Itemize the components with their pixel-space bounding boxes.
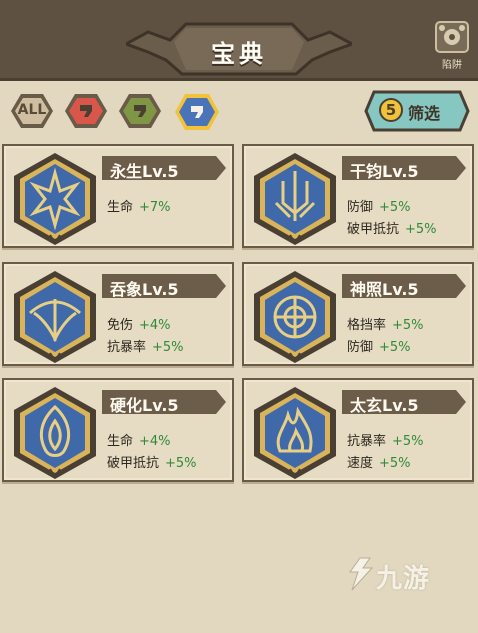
stat-value: +5% <box>405 222 437 237</box>
stat-row: 格挡率 +5% <box>347 314 424 333</box>
card-name: 吞象Lv.5 <box>110 280 179 299</box>
screen-button[interactable]: 5 筛选 <box>364 90 470 132</box>
stat-row: 生命 +4% <box>107 430 171 449</box>
stat-label: 破甲抵抗 <box>347 222 400 237</box>
nine-game-logo-icon <box>349 557 374 591</box>
stat-label: 格挡率 <box>347 318 387 333</box>
treasure-card-5[interactable]: 硬化Lv.5 生命 +4% 破甲抵抗 +5% <box>2 378 234 482</box>
flame-crest-icon <box>14 387 96 479</box>
stat-label: 破甲抵抗 <box>107 456 160 471</box>
card-name: 硬化Lv.5 <box>110 396 179 415</box>
filter-all-label: ALL <box>17 102 47 118</box>
stat-value: +5% <box>165 456 197 471</box>
card-name: 永生Lv.5 <box>110 162 179 181</box>
filter-count-badge: 5 <box>385 101 397 119</box>
stat-label: 生命 <box>107 200 134 215</box>
stat-label: 防御 <box>347 340 374 355</box>
stat-label: 免伤 <box>107 318 134 333</box>
screen-label: 筛选 <box>408 104 441 123</box>
card-name-bar: 神照Lv.5 <box>342 274 466 299</box>
card-name: 太玄Lv.5 <box>350 396 419 415</box>
wing-crest-icon <box>14 271 96 363</box>
filter-red-button[interactable] <box>64 92 108 130</box>
stat-label: 防御 <box>347 200 374 215</box>
flower-crest-icon <box>254 271 336 363</box>
stat-row: 破甲抵抗 +5% <box>107 452 197 471</box>
stat-value: +5% <box>392 318 424 333</box>
trap-icon <box>435 21 469 53</box>
stat-label: 速度 <box>347 456 374 471</box>
stat-row: 速度 +5% <box>347 452 411 471</box>
page-title: 宝典 <box>211 40 267 68</box>
stat-row: 抗暴率 +5% <box>347 430 424 449</box>
card-name-bar: 硬化Lv.5 <box>102 390 226 415</box>
stat-value: +5% <box>392 434 424 449</box>
stat-value: +5% <box>152 340 184 355</box>
card-name-bar: 干钧Lv.5 <box>342 156 466 181</box>
filter-all-button[interactable]: ALL <box>10 92 54 130</box>
stat-value: +5% <box>379 456 411 471</box>
card-name: 干钧Lv.5 <box>350 162 419 181</box>
treasure-card-2[interactable]: 干钧Lv.5 防御 +5% 破甲抵抗 +5% <box>242 144 474 248</box>
card-name: 神照Lv.5 <box>350 280 419 299</box>
title-banner: 宝典 <box>126 18 352 80</box>
trap-button[interactable]: 陷阱 <box>430 18 474 71</box>
treasure-card-4[interactable]: 神照Lv.5 格挡率 +5% 防御 +5% <box>242 262 474 366</box>
stat-row: 生命 +7% <box>107 196 171 215</box>
stat-row: 免伤 +4% <box>107 314 171 333</box>
treasure-card-6[interactable]: 太玄Lv.5 抗暴率 +5% 速度 +5% <box>242 378 474 482</box>
stat-value: +4% <box>139 434 171 449</box>
stat-label: 生命 <box>107 434 134 449</box>
trident-crest-icon <box>254 153 336 245</box>
filter-bar: ALL <box>10 92 240 132</box>
card-name-bar: 永生Lv.5 <box>102 156 226 181</box>
watermark-logo: 九游 <box>346 554 466 594</box>
stat-value: +4% <box>139 318 171 333</box>
card-name-bar: 吞象Lv.5 <box>102 274 226 299</box>
stat-value: +7% <box>139 200 171 215</box>
stat-row: 抗暴率 +5% <box>107 336 184 355</box>
stat-row: 破甲抵抗 +5% <box>347 218 437 237</box>
blaze-crest-icon <box>254 387 336 479</box>
filter-green-button[interactable] <box>118 92 162 130</box>
stat-row: 防御 +5% <box>347 336 411 355</box>
watermark-text: 九游 <box>376 564 431 594</box>
filter-blue-button[interactable] <box>174 92 219 130</box>
stat-label: 抗暴率 <box>347 434 387 449</box>
stat-row: 防御 +5% <box>347 196 411 215</box>
stat-label: 抗暴率 <box>107 340 147 355</box>
treasure-card-3[interactable]: 吞象Lv.5 免伤 +4% 抗暴率 +5% <box>2 262 234 366</box>
trap-label: 陷阱 <box>442 60 462 71</box>
stat-value: +5% <box>379 200 411 215</box>
card-name-bar: 太玄Lv.5 <box>342 390 466 415</box>
treasure-card-1[interactable]: 永生Lv.5 生命 +7% <box>2 144 234 248</box>
star-crest-icon <box>14 153 96 245</box>
stat-value: +5% <box>379 340 411 355</box>
